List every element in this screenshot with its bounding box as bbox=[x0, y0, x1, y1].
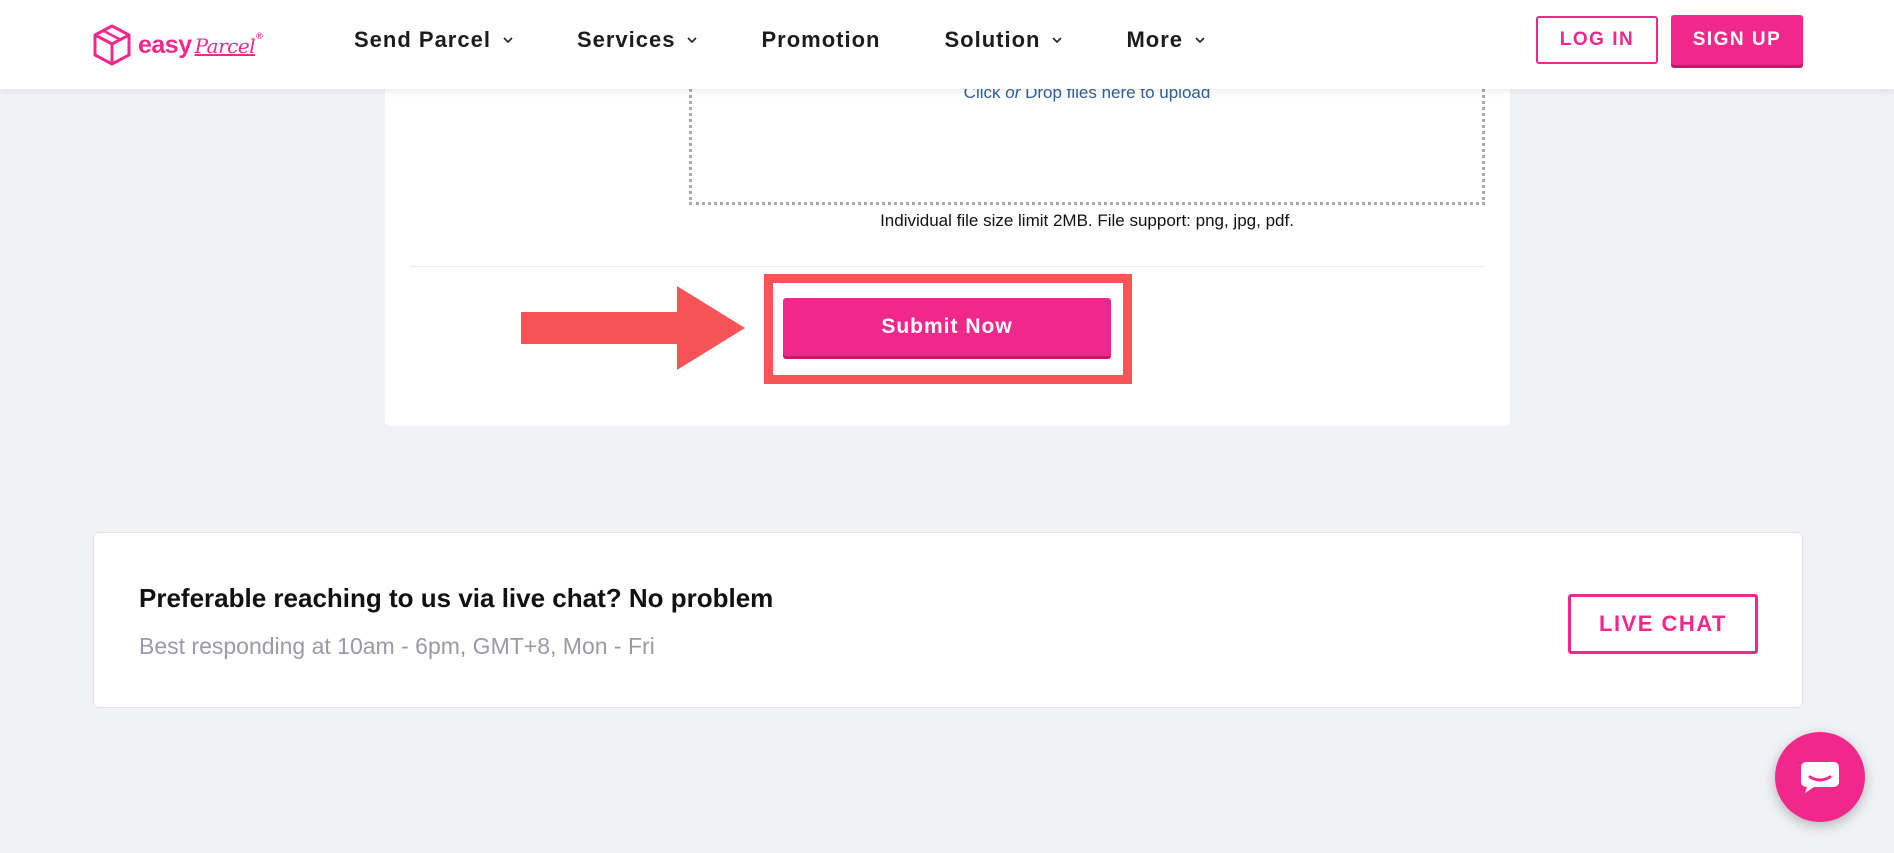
chevron-down-icon bbox=[1052, 37, 1063, 44]
main-nav: Send Parcel Services Promotion Solution … bbox=[354, 0, 1269, 80]
nav-promotion[interactable]: Promotion bbox=[761, 27, 880, 53]
chevron-down-icon bbox=[687, 37, 698, 44]
brand-word: easy bbox=[138, 30, 192, 59]
signup-button[interactable]: SIGN UP bbox=[1671, 15, 1803, 65]
live-chat-title: Preferable reaching to us via live chat?… bbox=[139, 583, 774, 613]
brand-registered-mark: ® bbox=[256, 30, 263, 41]
live-chat-button[interactable]: LIVE CHAT bbox=[1568, 594, 1758, 654]
site-header: easy Parcel® Send Parcel Services Promoti… bbox=[0, 0, 1894, 89]
divider bbox=[410, 266, 1485, 267]
arrow-right-icon bbox=[521, 286, 745, 370]
chevron-down-icon bbox=[1195, 37, 1205, 44]
nav-label: Promotion bbox=[761, 27, 881, 52]
live-chat-card: Preferable reaching to us via live chat?… bbox=[93, 532, 1803, 708]
nav-label: More bbox=[1126, 27, 1184, 52]
nav-label: Send Parcel bbox=[354, 27, 491, 52]
nav-services[interactable]: Services bbox=[577, 27, 698, 53]
brand-name: easy Parcel® bbox=[138, 30, 263, 60]
nav-send-parcel[interactable]: Send Parcel bbox=[354, 27, 513, 53]
form-card: Click or Drop files here to upload Indiv… bbox=[385, 60, 1510, 426]
brand-logo[interactable]: easy Parcel® bbox=[92, 22, 263, 68]
brand-script: Parcel bbox=[194, 33, 256, 58]
nav-label: Solution bbox=[944, 27, 1041, 52]
nav-label: Services bbox=[576, 27, 676, 52]
chat-bubble-icon bbox=[1801, 762, 1839, 793]
file-size-note: Individual file size limit 2MB. File sup… bbox=[880, 211, 1294, 230]
box-icon bbox=[93, 24, 131, 66]
nav-solution[interactable]: Solution bbox=[944, 27, 1063, 53]
chevron-down-icon bbox=[503, 37, 513, 44]
nav-more[interactable]: More bbox=[1126, 27, 1205, 53]
chat-launcher-button[interactable] bbox=[1775, 732, 1865, 822]
login-button[interactable]: LOG IN bbox=[1536, 16, 1658, 64]
submit-now-button[interactable]: Submit Now bbox=[783, 298, 1111, 356]
live-chat-hours: Best responding at 10am - 6pm, GMT+8, Mo… bbox=[139, 633, 655, 659]
